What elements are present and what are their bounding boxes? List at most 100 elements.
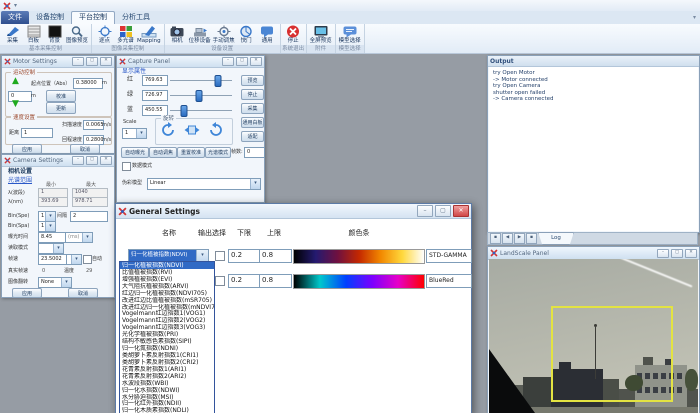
cancel-button[interactable]: 取消	[70, 144, 100, 154]
ribbon-button-快门[interactable]: 快门	[236, 25, 257, 44]
colorbar-name-row1[interactable]: STD-GAMMA	[426, 249, 472, 263]
spectral-mode-button[interactable]: 光谱模式	[205, 147, 231, 158]
colorbar-name-row2[interactable]: BlueRed	[426, 274, 472, 288]
vegetation-index-option[interactable]: 改进红边归一化植被指数(mNDVI705)	[120, 304, 214, 311]
fps-input[interactable]: 23.5002	[38, 254, 68, 265]
chevron-down-icon[interactable]: ▾	[82, 233, 92, 242]
scale-dropdown[interactable]: 1 ▾	[122, 128, 147, 139]
flip-dropdown[interactable]: None ▾	[38, 277, 72, 288]
ribbon-button-白板[interactable]: 白板	[23, 25, 44, 44]
pseudo-color-dropdown[interactable]: Linear ▾	[147, 178, 261, 190]
rotate-ccw-icon[interactable]	[208, 122, 224, 138]
blue-slider[interactable]	[170, 105, 232, 115]
vegetation-index-option[interactable]: 归一化红外指数(NDII)	[120, 400, 214, 407]
ribbon-button-停止[interactable]: 停止	[283, 25, 304, 44]
camera-settings-titlebar[interactable]: Camera Settings – ▢ ✕	[2, 155, 114, 167]
red-slider[interactable]	[170, 75, 232, 85]
chevron-down-icon[interactable]: ▾	[45, 222, 55, 231]
scroll-right-icon[interactable]: ▶	[514, 233, 525, 244]
close-button[interactable]: ✕	[100, 57, 112, 66]
minimize-button[interactable]: –	[222, 57, 234, 66]
fit-button[interactable]: 适配	[241, 131, 264, 142]
apply-button[interactable]: 应用	[12, 288, 42, 298]
maximize-button[interactable]: ▢	[86, 57, 98, 66]
auto-exposure-button[interactable]: 自动曝光	[121, 147, 149, 158]
close-button[interactable]: ✕	[453, 205, 469, 217]
minimize-button[interactable]: –	[417, 205, 433, 217]
vegetation-index-option[interactable]: 增强植被指数(EVI)	[120, 276, 214, 283]
red-slider-thumb[interactable]	[215, 75, 222, 87]
quick-access-dropdown-icon[interactable]: ▾	[14, 2, 17, 9]
green-wavelength-input[interactable]: 726.97	[142, 90, 168, 101]
exposure-input[interactable]: 8.45	[38, 232, 66, 243]
close-button[interactable]: ✕	[250, 57, 262, 66]
output-checkbox-row1[interactable]	[215, 251, 225, 261]
lower-limit-input-row2[interactable]: 0.2	[228, 274, 261, 288]
scroll-last-icon[interactable]: ▪	[526, 233, 537, 244]
ribbon-button-全屏预览[interactable]: 全屏预览	[309, 25, 333, 44]
vegetation-index-option[interactable]: 归一化木质素指数(NDLI)	[120, 407, 214, 413]
frames-input[interactable]: 0	[244, 147, 265, 158]
close-button[interactable]: ✕	[685, 249, 697, 258]
vegetation-index-option[interactable]: 红边归一化植被指数(NDVI705)	[120, 290, 214, 297]
vegetation-index-option[interactable]: 花青素反射指数1(ARI1)	[120, 366, 214, 373]
ribbon-tab-文件[interactable]: 文件	[1, 11, 29, 24]
chevron-down-icon[interactable]: ▾	[45, 212, 55, 221]
chevron-down-icon[interactable]: ▾	[250, 179, 260, 189]
green-slider-thumb[interactable]	[196, 90, 203, 102]
spectral-range-link[interactable]: 光谱范围	[8, 178, 32, 184]
upper-limit-input-row1[interactable]: 0.8	[259, 249, 292, 263]
distance-input[interactable]: 1	[21, 128, 53, 138]
ribbon-button-手动调焦[interactable]: 手动调焦	[212, 25, 236, 44]
flip-horizontal-icon[interactable]	[184, 122, 200, 138]
ribbon-button-模型选择[interactable]: 模型选择	[338, 25, 362, 44]
ribbon-button-背景[interactable]: 背景	[44, 25, 65, 44]
scroll-first-icon[interactable]: ▪	[490, 233, 501, 244]
ribbon-tab-平台控制[interactable]: 平台控制	[71, 11, 115, 25]
ribbon-button-多光谱[interactable]: 多光谱	[115, 25, 136, 44]
apply-button[interactable]: 应用	[12, 144, 42, 154]
ribbon-tab-设备控制[interactable]: 设备控制	[29, 11, 71, 24]
jog-down-icon[interactable]: ▼	[12, 100, 19, 109]
vegetation-index-option[interactable]: 比值植被指数(RVI)	[120, 269, 214, 276]
ribbon-button-相机[interactable]: 相机	[167, 25, 188, 44]
tab-log[interactable]: Log	[538, 232, 574, 245]
exposure-unit-dropdown[interactable]: (ms) ▾	[65, 232, 93, 243]
vegetation-index-option[interactable]: 花青素反射指数2(ARI2)	[120, 373, 214, 380]
chevron-down-icon[interactable]: ▾	[136, 129, 146, 138]
cancel-button[interactable]: 取消	[68, 288, 98, 298]
maximize-button[interactable]: ▢	[236, 57, 248, 66]
vegetation-index-option[interactable]: 光化学植被指数(PRI)	[120, 331, 214, 338]
roi-rectangle[interactable]	[551, 306, 673, 402]
minimize-button[interactable]: –	[657, 249, 669, 258]
stop-button[interactable]: 停止	[241, 89, 264, 100]
minimize-button[interactable]: –	[72, 156, 84, 165]
vegetation-index-option[interactable]: 水波段指数(WBI)	[120, 380, 214, 387]
upper-limit-input-row2[interactable]: 0.8	[259, 274, 292, 288]
ribbon-button-图像预览[interactable]: 图像预览	[65, 25, 89, 44]
minimize-button[interactable]: –	[72, 57, 84, 66]
maximize-button[interactable]: ▢	[435, 205, 451, 217]
preview-button[interactable]: 预览	[241, 75, 264, 86]
ribbon-button-通用[interactable]: 通用	[257, 25, 278, 44]
chevron-down-icon[interactable]: ▾	[53, 244, 63, 253]
ribbon-button-采集[interactable]: 采集	[2, 25, 23, 44]
camera-preview-image[interactable]	[489, 259, 698, 413]
fps-auto-checkbox[interactable]	[83, 255, 92, 264]
ribbon-button-位移设备[interactable]: 位移设备	[188, 25, 212, 44]
rotate-cw-icon[interactable]	[160, 122, 176, 138]
vegetation-index-option[interactable]: Vogelmann红边指数3(VOG3)	[120, 324, 214, 331]
update-button[interactable]: 更新	[46, 102, 76, 114]
maximize-button[interactable]: ▢	[86, 156, 98, 165]
blue-slider-thumb[interactable]	[180, 105, 187, 117]
ribbon-options-icon[interactable]: ▾	[693, 14, 696, 21]
vegetation-index-option[interactable]: Vogelmann红边指数1(VOG1)	[120, 310, 214, 317]
white-board-button[interactable]: 通用白板	[241, 117, 264, 128]
chevron-down-icon[interactable]: ▾	[61, 278, 71, 287]
bin-spa-dropdown[interactable]: 1 ▾	[38, 221, 56, 232]
output-checkbox-row2[interactable]	[215, 276, 225, 286]
vegetation-index-option[interactable]: 类胡萝卜素反射指数1(CRI1)	[120, 352, 214, 359]
fps-unit-dropdown[interactable]: ▾	[66, 254, 82, 265]
red-wavelength-input[interactable]: 769.63	[142, 75, 168, 86]
log-output[interactable]: try Open Motor-> Motor connectedtry Open…	[489, 67, 698, 231]
